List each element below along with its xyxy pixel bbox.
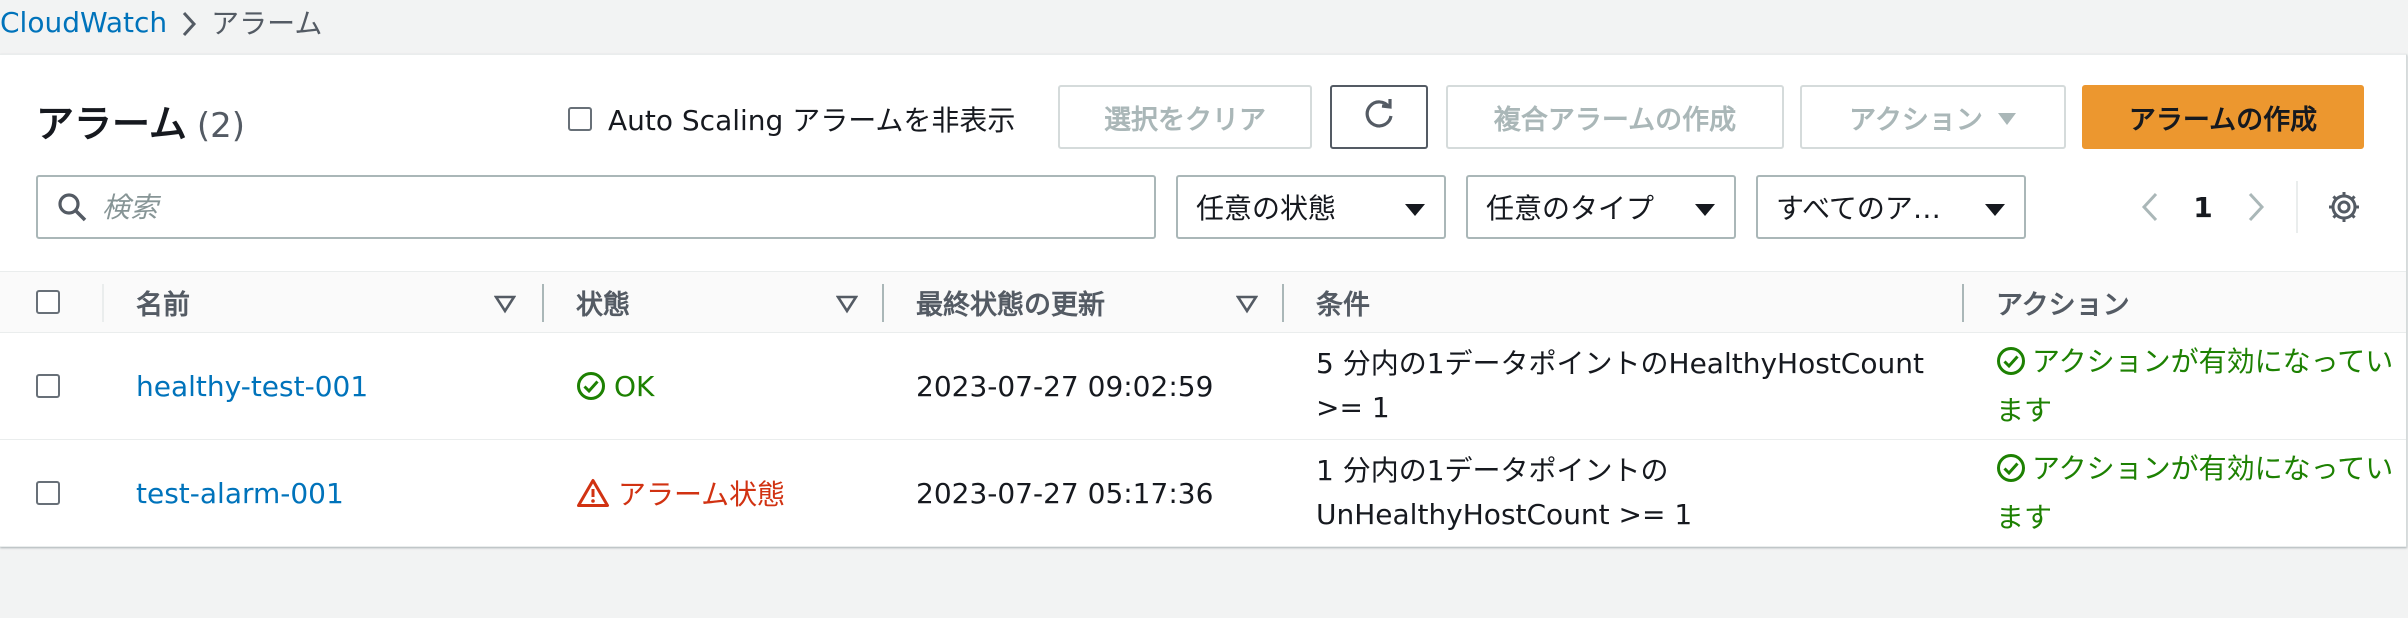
actions-status-text-line1: アクションが有効になってい [2032, 451, 2394, 485]
status-text: OK [614, 369, 655, 403]
create-composite-alarm-button[interactable]: 複合アラームの作成 [1446, 85, 1784, 149]
current-page-number[interactable]: 1 [2178, 191, 2228, 224]
breadcrumb-current: アラーム [211, 7, 323, 40]
create-alarm-label: アラームの作成 [2128, 104, 2318, 136]
actions-status-text-line2: ます [1996, 393, 2053, 427]
status-badge: アラーム状態 [576, 440, 785, 546]
condition-text-line2: UnHealthyHostCount >= 1 [1316, 498, 1693, 531]
condition-text-line1: 1 分内の1データポイントの [1316, 454, 1669, 487]
search-input[interactable] [100, 189, 1154, 225]
type-filter-value: 任意のタイプ [1486, 192, 1655, 225]
column-header-last-update-label: 最終状態の更新 [916, 289, 1105, 321]
warning-triangle-icon [576, 478, 610, 508]
column-header-actions: アクション [1996, 272, 2396, 332]
row-checkbox[interactable] [36, 374, 60, 398]
sort-caret-icon [835, 290, 859, 321]
chevron-right-icon [167, 6, 211, 39]
next-page-button[interactable] [2228, 179, 2284, 235]
sort-caret-icon [493, 290, 517, 321]
hide-autoscaling-label: Auto Scaling アラームを非表示 [608, 104, 1016, 137]
alarm-count: (2) [196, 106, 246, 146]
row-checkbox[interactable] [36, 481, 60, 505]
last-update-value: 2023-07-27 05:17:36 [916, 476, 1214, 510]
actions-status-cell: アクションが有効になってい ます [1996, 333, 2406, 439]
breadcrumb-cloudwatch-link[interactable]: CloudWatch [0, 6, 167, 39]
actions-filter-select[interactable]: すべてのア… [1756, 175, 2026, 239]
condition-text-line2: >= 1 [1316, 391, 1390, 424]
gear-icon [2329, 192, 2359, 222]
table-header: 名前 状態 最終状態の更新 条件 アクション [0, 271, 2406, 333]
status-badge: OK [576, 333, 654, 439]
table-row[interactable]: test-alarm-001 アラーム状態 2023-07-27 05:17:3… [0, 440, 2406, 547]
pagination-divider [2296, 181, 2298, 233]
clear-selection-button[interactable]: 選択をクリア [1058, 85, 1312, 149]
page-title-text: アラーム [36, 102, 187, 146]
check-circle-icon [1996, 345, 2026, 389]
page-title: アラーム (2) [36, 93, 245, 148]
clear-selection-label: 選択をクリア [1104, 104, 1266, 136]
actions-status-cell: アクションが有効になってい ます [1996, 440, 2406, 546]
search-icon [56, 191, 88, 223]
column-header-name-label: 名前 [136, 289, 190, 321]
actions-status-text-line2: ます [1996, 500, 2053, 534]
chevron-right-icon [2248, 192, 2265, 222]
pagination: 1 [2122, 175, 2372, 239]
caret-down-icon [1984, 191, 2006, 224]
column-header-name[interactable]: 名前 [136, 272, 517, 332]
alarms-panel: アラーム (2) Auto Scaling アラームを非表示 選択をクリア 複合… [0, 54, 2407, 547]
refresh-button[interactable] [1330, 85, 1428, 149]
actions-dropdown-button[interactable]: アクション [1800, 85, 2066, 149]
refresh-icon [1361, 96, 1397, 139]
status-text: アラーム状態 [618, 478, 786, 511]
caret-down-icon [1997, 102, 2017, 133]
type-filter-select[interactable]: 任意のタイプ [1466, 175, 1736, 239]
column-header-conditions: 条件 [1316, 272, 1916, 332]
row-select-cell [36, 440, 60, 546]
breadcrumb: CloudWatch アラーム [0, 0, 322, 44]
alarm-name-link[interactable]: healthy-test-001 [136, 333, 368, 439]
state-filter-select[interactable]: 任意の状態 [1176, 175, 1446, 239]
column-header-state-label: 状態 [576, 289, 630, 321]
column-resizer[interactable] [1962, 284, 1964, 322]
table-row[interactable]: healthy-test-001 OK 2023-07-27 09:02:59 … [0, 333, 2406, 440]
actions-label: アクション [1849, 104, 1983, 136]
caret-down-icon [1694, 191, 1716, 224]
column-header-actions-label: アクション [1996, 289, 2130, 321]
column-resizer[interactable] [542, 284, 544, 322]
hide-autoscaling-toggle[interactable]: Auto Scaling アラームを非表示 [568, 99, 1015, 139]
actions-filter-value: すべてのア… [1776, 192, 1941, 225]
column-header-conditions-label: 条件 [1316, 289, 1370, 321]
sort-caret-icon [1235, 290, 1259, 321]
column-resizer[interactable] [1282, 284, 1284, 322]
caret-down-icon [1404, 191, 1426, 224]
column-header-last-update[interactable]: 最終状態の更新 [916, 272, 1259, 332]
column-divider [102, 284, 104, 322]
condition-cell: 1 分内の1データポイントの UnHealthyHostCount >= 1 [1316, 440, 1956, 546]
column-header-state[interactable]: 状態 [576, 272, 859, 332]
actions-status-text-line1: アクションが有効になってい [2032, 344, 2394, 378]
check-circle-icon [1996, 452, 2026, 496]
select-all-checkbox[interactable] [36, 290, 60, 314]
condition-text-line1: 5 分内の1データポイントのHealthyHostCount [1316, 347, 1924, 380]
hide-autoscaling-checkbox[interactable] [568, 107, 592, 131]
column-resizer[interactable] [882, 284, 884, 322]
create-alarm-button[interactable]: アラームの作成 [2082, 85, 2364, 149]
condition-cell: 5 分内の1データポイントのHealthyHostCount >= 1 [1316, 333, 1956, 439]
row-select-cell [36, 333, 60, 439]
check-circle-icon [576, 371, 606, 401]
last-update-value: 2023-07-27 09:02:59 [916, 369, 1214, 403]
prev-page-button[interactable] [2122, 179, 2178, 235]
select-all-cell [36, 272, 66, 332]
alarms-table: 名前 状態 最終状態の更新 条件 アクション healthy-test-001 … [0, 271, 2406, 547]
search-field[interactable] [36, 175, 1156, 239]
alarm-name-link[interactable]: test-alarm-001 [136, 440, 344, 546]
create-composite-label: 複合アラームの作成 [1493, 104, 1737, 136]
preferences-button[interactable] [2316, 179, 2372, 235]
state-filter-value: 任意の状態 [1196, 192, 1337, 225]
chevron-left-icon [2141, 192, 2158, 222]
